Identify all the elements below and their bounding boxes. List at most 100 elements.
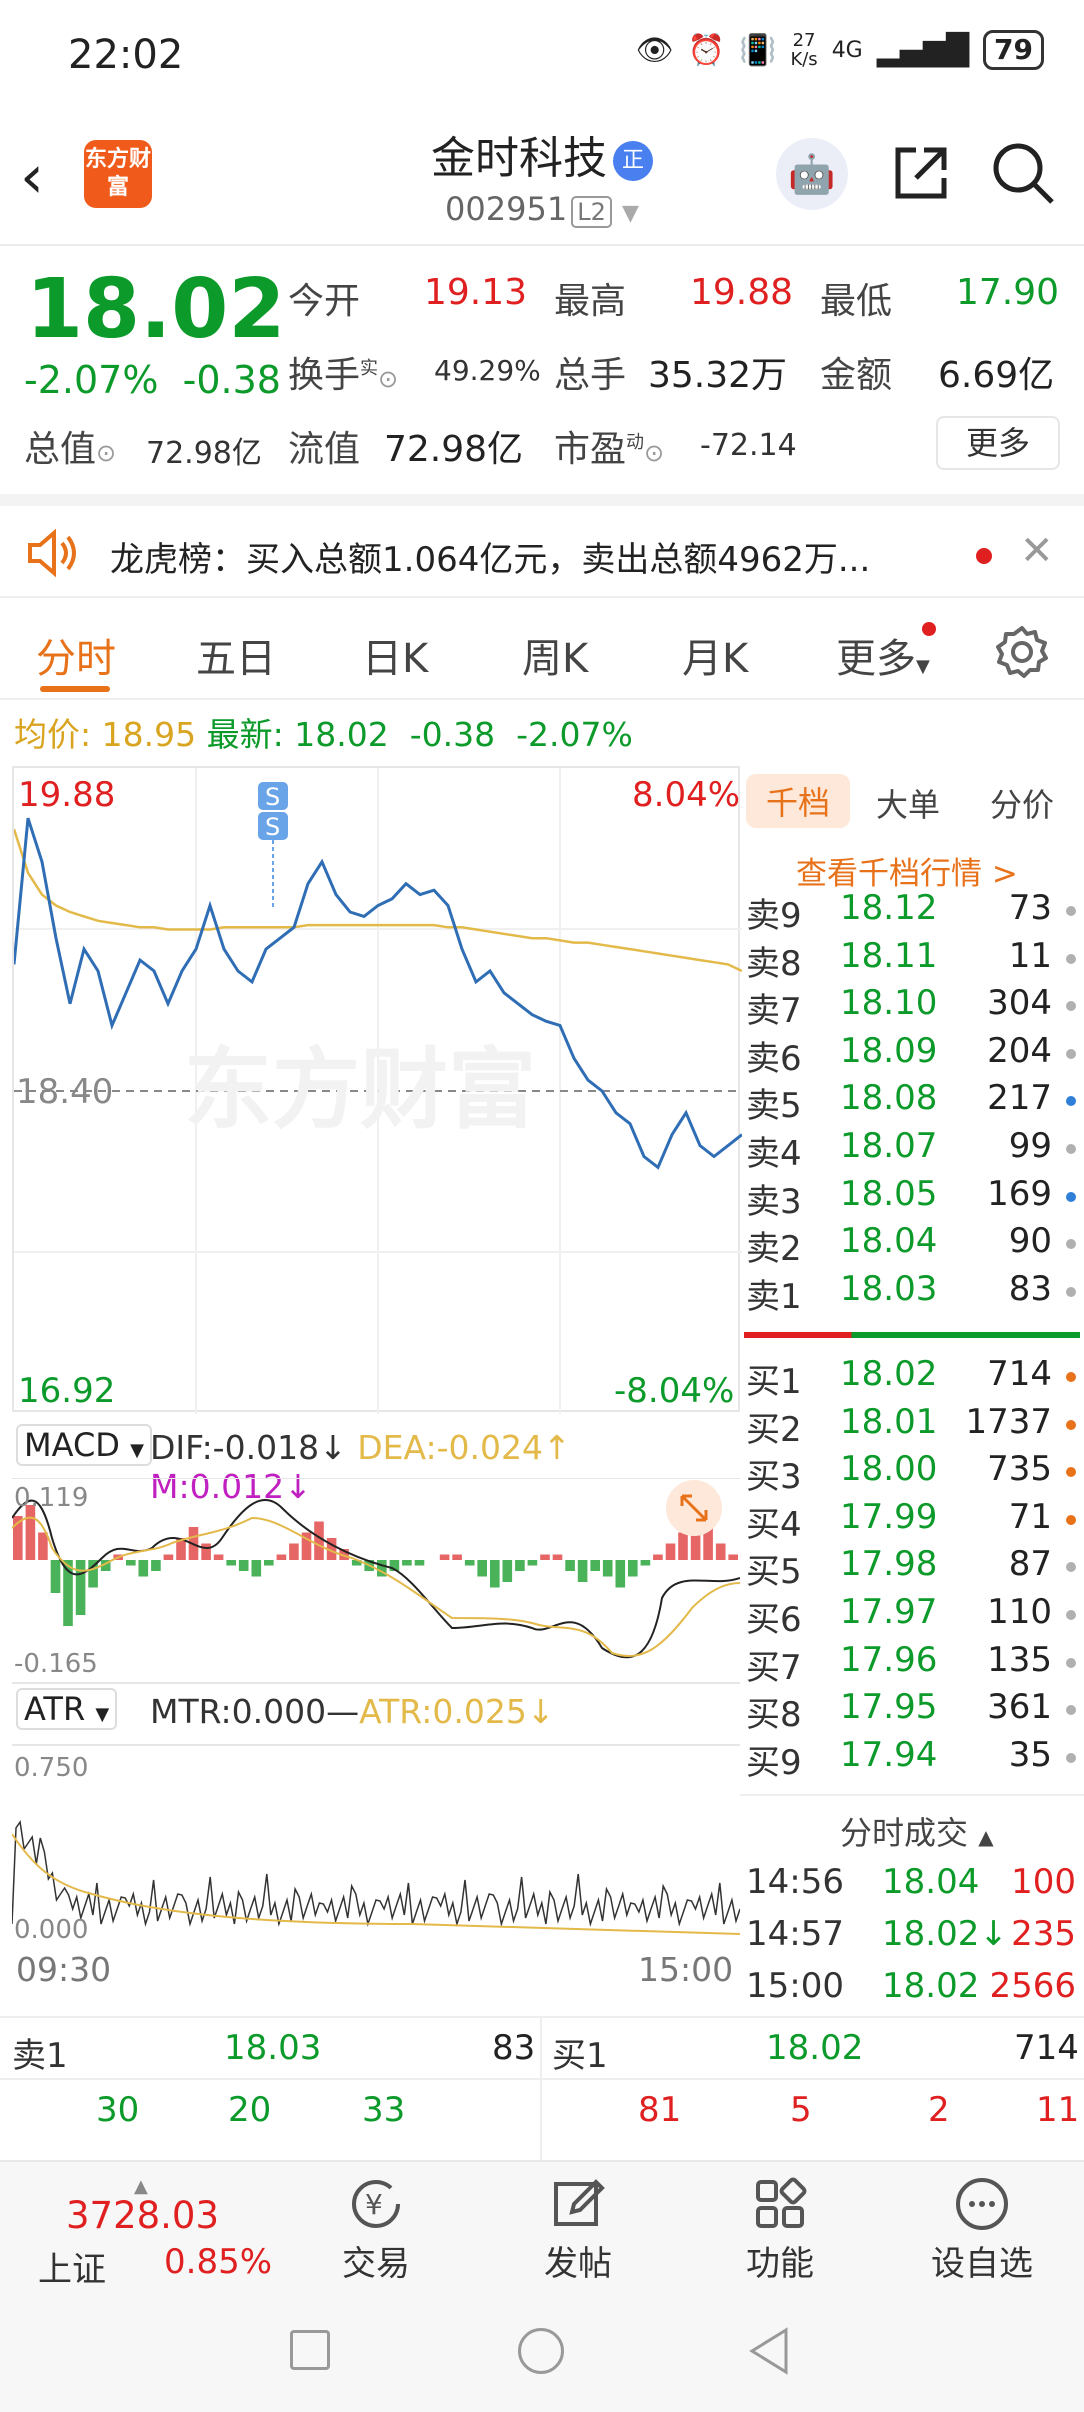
grid-icon: [710, 2176, 850, 2236]
edit-icon: [508, 2176, 648, 2236]
bid-row[interactable]: 买9 17.94 35: [740, 1735, 1084, 1783]
intraday-chart[interactable]: 东方财富 S S 19.88 8.04% 18.40 16.92 -8.04%: [12, 766, 743, 1414]
index-widget[interactable]: ▲ 3728.03 上证 0.85%: [20, 2176, 300, 2290]
bid-row[interactable]: 买1 18.02 714: [740, 1354, 1084, 1402]
open-value: 19.13: [424, 272, 528, 313]
ask-row[interactable]: 卖2 18.04 90: [740, 1221, 1084, 1269]
ask-row[interactable]: 卖8 18.11 11: [740, 936, 1084, 984]
level-dot: [1066, 1239, 1076, 1250]
macd-bar: [490, 1560, 500, 1588]
index-name: 上证: [38, 2250, 106, 2290]
macd-bar: [527, 1560, 538, 1566]
tab-more[interactable]: 更多▼: [836, 622, 936, 684]
close-icon[interactable]: ✕: [1020, 528, 1054, 574]
macd-bar: [565, 1560, 575, 1571]
bottom-bid-vol: 714: [1014, 2028, 1079, 2068]
bid-row[interactable]: 买3 18.00 735: [740, 1449, 1084, 1497]
float-label: 流值: [288, 429, 361, 470]
ask-row[interactable]: 卖9 18.12 73: [740, 888, 1084, 936]
low-value: 17.90: [956, 272, 1060, 313]
nav-functions[interactable]: 功能: [710, 2176, 850, 2285]
view-depth-link[interactable]: 查看千档行情 >: [796, 848, 1018, 893]
ask-row[interactable]: 卖4 18.07 99: [740, 1126, 1084, 1174]
order-book-tabs: 千档 大单 分价: [740, 766, 1084, 838]
macd-bar: [653, 1554, 663, 1560]
ask-row[interactable]: 卖6 18.09 204: [740, 1031, 1084, 1079]
macd-bar: [540, 1554, 550, 1560]
turnover-value: 49.29%: [434, 354, 541, 387]
bid-row[interactable]: 买6 17.97 110: [740, 1592, 1084, 1640]
bid-row[interactable]: 买8 17.95 361: [740, 1687, 1084, 1735]
macd-selector[interactable]: MACD ▼: [16, 1424, 152, 1466]
high-label: 最高: [554, 281, 627, 322]
svg-text:S: S: [265, 783, 280, 811]
time-end-label: 15:00: [638, 1950, 734, 1989]
macd-bar: [402, 1560, 412, 1566]
speaker-icon: [26, 528, 80, 582]
nav-post[interactable]: 发帖: [508, 2176, 648, 2285]
level-dot: [1066, 1752, 1076, 1763]
nav-add-watchlist[interactable]: 设自选: [912, 2176, 1052, 2285]
recents-icon[interactable]: [290, 2330, 330, 2370]
level-dot: [1066, 1001, 1076, 1012]
more-quote-button[interactable]: 更多: [936, 416, 1060, 470]
status-icons: 👁 ⏰ 📳 27 K/s 4G ▂▄▆█ 79: [636, 30, 1044, 70]
bottom-nav: ▲ 3728.03 上证 0.85% ¥ 交易 发帖 功能 设自选: [0, 2160, 1084, 2298]
tab-price-dist[interactable]: 分价: [990, 780, 1054, 826]
settings-gear-icon[interactable]: [994, 624, 1050, 684]
intraday-chart-svg: 东方财富 S S 19.88 8.04% 18.40 16.92 -8.04%: [12, 768, 743, 1414]
level-dot: [1066, 1657, 1076, 1668]
atr-max-label: 0.750: [14, 1753, 88, 1783]
bid-queue-item: 2: [928, 2090, 950, 2130]
tab-weekly-k[interactable]: 周K: [522, 626, 588, 684]
bid-row[interactable]: 买4 17.99 71: [740, 1497, 1084, 1545]
low-label: 最低: [820, 281, 893, 322]
bottom-ask-label: 卖1: [12, 2036, 68, 2076]
search-icon[interactable]: [990, 140, 1056, 210]
volume-value: 35.32万: [648, 355, 788, 396]
tab-level-depth[interactable]: 千档: [746, 774, 851, 828]
bid-row[interactable]: 买5 17.98 87: [740, 1544, 1084, 1592]
level-dot: [1066, 1419, 1076, 1430]
macd-bar: [163, 1554, 174, 1560]
chart-mid-label: 18.40: [16, 1072, 113, 1112]
robot-assistant-icon[interactable]: 🤖: [776, 138, 848, 210]
ask-row[interactable]: 卖7 18.10 304: [740, 983, 1084, 1031]
trades-header[interactable]: 分时成交 ▲: [840, 1808, 994, 1854]
tab-five-day[interactable]: 五日: [196, 626, 276, 684]
tab-monthly-k[interactable]: 月K: [682, 626, 748, 684]
bid-row[interactable]: 买7 17.96 135: [740, 1640, 1084, 1688]
macd-bar: [602, 1560, 613, 1577]
bid-row[interactable]: 买2 18.01 1737: [740, 1402, 1084, 1450]
trades-panel: 分时成交 ▲ 14:56 18.04 100 14:57 18.02↓ 235 15:00 1…: [740, 1794, 1084, 2016]
macd-bar: [289, 1543, 299, 1560]
macd-bar: [226, 1560, 236, 1566]
macd-panel[interactable]: MACD ▼ DIF:-0.018↓ DEA:-0.024↑ M:0.012↓ …: [12, 1420, 740, 1684]
bottom-bid-label: 买1: [552, 2036, 608, 2076]
intraday-info: 均价: 18.95 最新: 18.02 -0.38 -2.07%: [14, 715, 633, 754]
bottom-bid-price: 18.02: [766, 2028, 864, 2068]
share-icon[interactable]: [890, 142, 952, 208]
atr-selector[interactable]: ATR ▼: [16, 1688, 118, 1730]
badge-icon: 正: [613, 141, 653, 181]
pe-label: 市盈动⊙: [554, 429, 665, 470]
ask-row[interactable]: 卖1 18.03 83: [740, 1269, 1084, 1317]
macd-bar: [590, 1560, 600, 1571]
dragon-tiger-notice[interactable]: 龙虎榜：买入总额1.064亿元，卖出总额4962万... ✕: [0, 494, 1084, 598]
tab-daily-k[interactable]: 日K: [362, 626, 428, 684]
level-dot: [1066, 1048, 1076, 1059]
atr-panel[interactable]: ATR ▼ MTR:0.000—ATR:0.025↓ 0.750 0.000 0…: [12, 1688, 740, 1989]
nav-trade[interactable]: ¥ 交易: [306, 2176, 446, 2285]
macd-bar: [201, 1543, 211, 1560]
battery-indicator: 79: [983, 30, 1044, 70]
tab-intraday[interactable]: 分时: [36, 626, 116, 684]
home-icon[interactable]: [518, 2328, 564, 2374]
more-dots-icon: [912, 2176, 1052, 2236]
chart-bottom-left-label: 16.92: [18, 1371, 115, 1411]
ask-row[interactable]: 卖5 18.08 217: [740, 1078, 1084, 1126]
macd-bar: [50, 1560, 61, 1593]
tab-big-orders[interactable]: 大单: [876, 780, 940, 826]
back-nav-icon[interactable]: [746, 2326, 790, 2380]
ask-row[interactable]: 卖3 18.05 169: [740, 1174, 1084, 1222]
bid-queue-item: 5: [790, 2090, 812, 2130]
